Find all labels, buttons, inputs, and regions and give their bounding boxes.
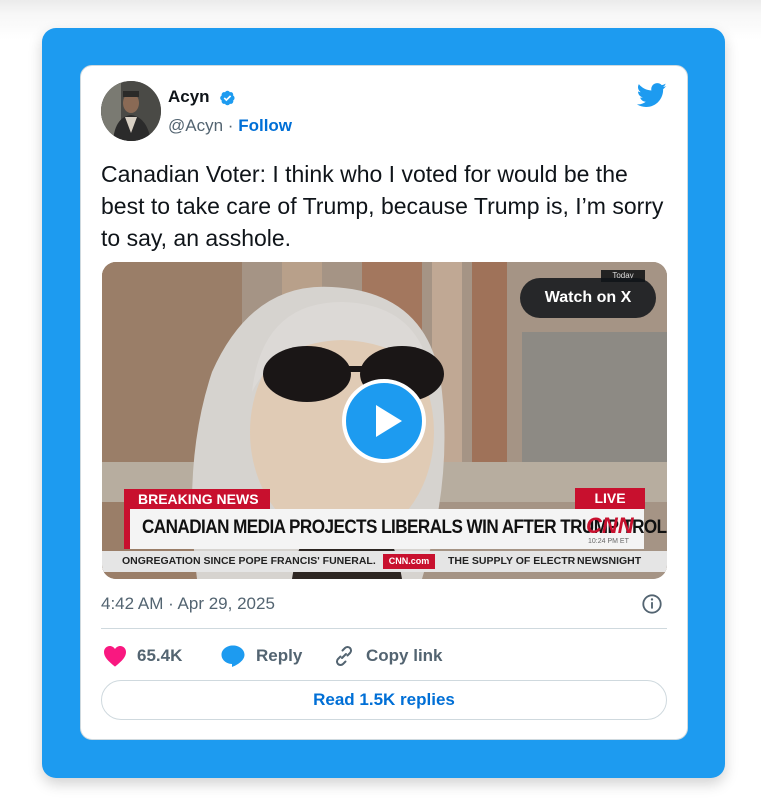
divider <box>101 628 667 629</box>
headline-bar: CANADIAN MEDIA PROJECTS LIBERALS WIN AFT… <box>124 509 667 549</box>
tweet-text: Canadian Voter: I think who I voted for … <box>101 161 664 251</box>
copy-link-button[interactable]: Copy link <box>332 642 443 670</box>
author-name[interactable]: Acyn <box>168 87 210 107</box>
play-button[interactable] <box>342 379 426 463</box>
like-button[interactable]: 65.4K <box>103 642 182 670</box>
reply-label: Reply <box>256 646 303 665</box>
ticker-site: CNN.com <box>383 554 435 569</box>
read-replies-button[interactable]: Read 1.5K replies <box>101 680 667 720</box>
news-ticker: ONGREGATION SINCE POPE FRANCIS' FUNERAL.… <box>102 551 667 572</box>
avatar[interactable] <box>101 81 161 141</box>
handle-row: @Acyn · Follow <box>168 116 292 136</box>
breaking-news-label: BREAKING NEWS <box>124 489 270 509</box>
cnn-logo: CNN <box>586 513 634 538</box>
broadcast-time: 10:24 PM ET <box>588 538 629 545</box>
live-label: LIVE <box>575 488 645 509</box>
link-icon <box>335 645 353 667</box>
ticker-text-left: ONGREGATION SINCE POPE FRANCIS' FUNERAL. <box>122 555 376 567</box>
handle-separator: · <box>227 116 234 135</box>
like-count: 65.4K <box>137 646 183 665</box>
ticker-text-right: THE SUPPLY OF ELECTR <box>448 555 576 567</box>
verified-badge-icon <box>220 90 235 106</box>
tweet-timestamp[interactable]: 4:42 AM · Apr 29, 2025 <box>101 594 275 614</box>
reply-bubble-icon <box>221 645 245 667</box>
twitter-bird-icon[interactable] <box>637 83 667 108</box>
play-icon <box>376 405 402 437</box>
watch-on-x-button[interactable]: Watch on X <box>520 278 656 318</box>
reply-button[interactable]: Reply <box>220 642 302 670</box>
copy-link-label: Copy link <box>366 646 443 665</box>
author-handle[interactable]: @Acyn <box>168 116 223 135</box>
tweet-card: Acyn @Acyn · Follow Canadian Voter: I th… <box>80 65 688 740</box>
video-player[interactable]: Today Watch on X BREAKING NEWS LIVE CANA… <box>102 262 667 579</box>
follow-button[interactable]: Follow <box>238 116 292 135</box>
ticker-show: NEWSNIGHT <box>577 555 642 567</box>
info-icon[interactable] <box>641 593 663 615</box>
heart-icon <box>104 646 126 667</box>
